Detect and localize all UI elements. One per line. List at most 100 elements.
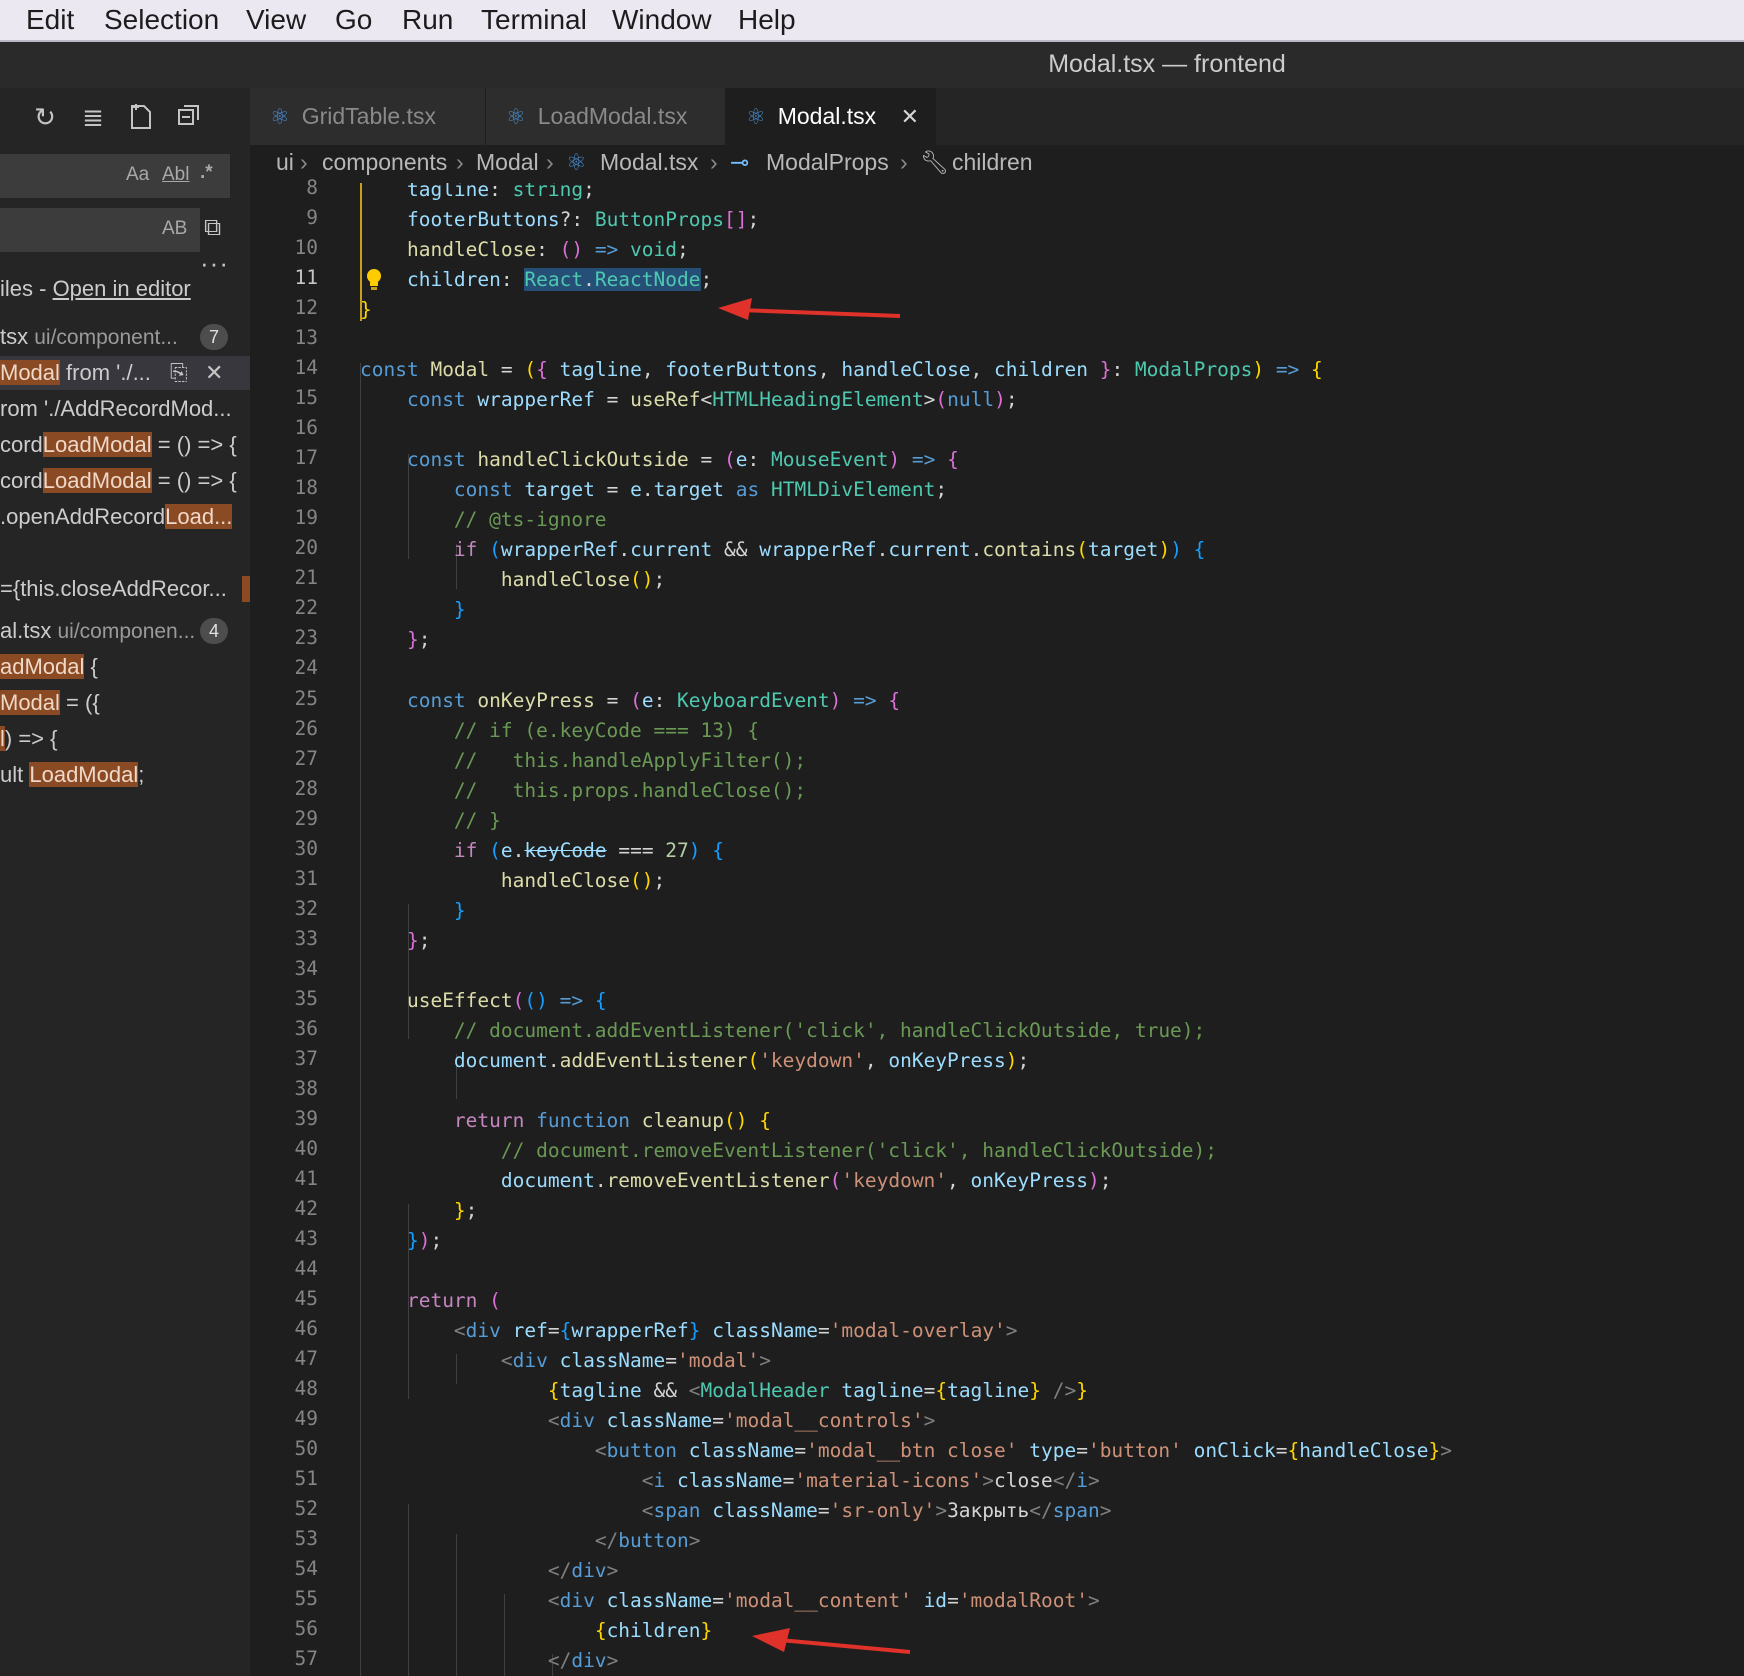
- tab-modal[interactable]: ⚛ Modal.tsx ✕: [726, 88, 936, 145]
- code-line: };: [360, 926, 431, 956]
- code-token: ;: [465, 1199, 478, 1223]
- menu-edit[interactable]: Edit: [26, 4, 74, 36]
- code-token: ,: [817, 358, 842, 382]
- code-token: children: [406, 268, 501, 292]
- menu-help[interactable]: Help: [738, 4, 796, 36]
- breadcrumb-children[interactable]: children: [952, 149, 1033, 176]
- refresh-icon[interactable]: ↻: [30, 102, 60, 132]
- result-match-10[interactable]: ult LoadModal;: [0, 758, 250, 792]
- collapse-all-icon[interactable]: [174, 102, 204, 132]
- code-token: <: [453, 1319, 466, 1343]
- clear-results-icon[interactable]: ≣: [78, 102, 108, 132]
- code-token: {: [935, 1379, 948, 1403]
- regex-toggle[interactable]: .*: [200, 162, 213, 184]
- line-number: 42: [294, 1197, 318, 1221]
- code-token: ModalProps: [1134, 358, 1253, 382]
- code-token: }: [1076, 1379, 1088, 1403]
- menu-run[interactable]: Run: [402, 4, 453, 36]
- code-line: }: [360, 295, 372, 325]
- code-token: }: [1029, 1379, 1042, 1403]
- code-line: return function cleanup() {: [360, 1106, 771, 1136]
- code-token: {: [1311, 358, 1323, 382]
- code-token: ;: [935, 478, 948, 502]
- line-number: 16: [294, 416, 318, 440]
- replace-all-icon[interactable]: ⧉: [204, 214, 221, 242]
- result-match-6[interactable]: ={this.closeAddRecor...: [0, 572, 250, 606]
- code-token: >: [1087, 1589, 1100, 1613]
- menu-go[interactable]: Go: [335, 4, 372, 36]
- result-match-1[interactable]: Modal from './... ⎘ ✕: [0, 356, 250, 390]
- menu-selection[interactable]: Selection: [104, 4, 219, 36]
- match-whole-word-toggle[interactable]: Abl: [162, 164, 189, 186]
- breadcrumb-modalprops[interactable]: ModalProps: [766, 149, 889, 176]
- line-number: 57: [294, 1647, 318, 1671]
- breadcrumb-components[interactable]: components: [322, 149, 447, 176]
- code-line: document.removeEventListener('keydown', …: [360, 1166, 1112, 1196]
- lightbulb-icon[interactable]: [365, 268, 383, 292]
- result-match-blank[interactable]: ​: [0, 536, 250, 570]
- code-token: removeEventListener: [606, 1168, 830, 1192]
- code-token: contains: [982, 538, 1077, 562]
- new-search-editor-icon[interactable]: [126, 102, 156, 132]
- match-case-toggle[interactable]: Aa: [126, 164, 149, 186]
- close-icon[interactable]: ✕: [901, 88, 919, 145]
- code-token: span: [1052, 1499, 1100, 1523]
- code-token: wrapperRef: [477, 388, 595, 412]
- menu-window[interactable]: Window: [612, 4, 712, 36]
- dismiss-match-icon[interactable]: ✕: [205, 356, 223, 390]
- code-token: className: [606, 1589, 713, 1613]
- code-line: tagline: string;: [360, 183, 595, 205]
- result-file-2[interactable]: al.tsx ui/componen... 4: [0, 614, 250, 648]
- tab-gridtable[interactable]: ⚛ GridTable.tsx: [250, 88, 486, 145]
- result-match-2[interactable]: rom './AddRecordMod...: [0, 392, 250, 426]
- result-match-3[interactable]: cordLoadModal = () => {: [0, 428, 250, 462]
- code-token: <: [641, 1499, 654, 1523]
- code-token: (): [630, 568, 654, 592]
- code-token: {: [759, 1108, 771, 1132]
- line-number: 50: [294, 1437, 318, 1461]
- result-match-7[interactable]: adModal {: [0, 650, 250, 684]
- code-editor[interactable]: tagline: string; footerButtons?: ButtonP…: [360, 183, 1744, 1676]
- breadcrumb-ui[interactable]: ui: [276, 149, 294, 176]
- code-token: handleClose: [500, 868, 631, 892]
- result-match-5[interactable]: .openAddRecordLoad...: [0, 500, 250, 534]
- code-token: {: [559, 1319, 572, 1343]
- code-token: if: [453, 538, 490, 562]
- code-token: =: [688, 448, 724, 472]
- code-line: useEffect(() => {: [360, 986, 607, 1016]
- code-line: // @ts-ignore: [360, 505, 607, 535]
- result-match-8[interactable]: Modal = ({: [0, 686, 250, 720]
- result-file-1[interactable]: tsx ui/component... 7: [0, 320, 250, 354]
- code-token: >: [759, 1349, 771, 1373]
- code-token: ): [418, 1229, 431, 1253]
- code-token: as: [724, 478, 771, 502]
- preserve-case-toggle[interactable]: AB: [162, 218, 187, 240]
- code-token: <: [700, 388, 713, 412]
- code-token: {: [536, 358, 560, 382]
- breadcrumb-modal-file[interactable]: Modal.tsx: [600, 149, 698, 176]
- code-token: ): [1252, 358, 1265, 382]
- replace-input[interactable]: AB: [0, 208, 200, 252]
- open-in-editor-link[interactable]: Open in editor: [53, 276, 191, 301]
- code-token: =: [489, 358, 525, 382]
- breadcrumb-modal-folder[interactable]: Modal: [476, 149, 539, 176]
- menu-terminal[interactable]: Terminal: [481, 4, 587, 36]
- result-match-4[interactable]: cordLoadModal = () => {: [0, 464, 250, 498]
- code-token: className: [677, 1469, 783, 1493]
- code-token: =: [817, 1499, 830, 1523]
- menu-view[interactable]: View: [246, 4, 306, 36]
- line-number: 34: [294, 956, 318, 980]
- replace-match-icon[interactable]: ⎘: [170, 356, 188, 390]
- arrow-annotation-icon: [752, 1628, 911, 1654]
- line-number: 19: [294, 506, 318, 530]
- code-token: :: [747, 448, 771, 472]
- result-match-9[interactable]: l) => {: [0, 722, 250, 756]
- search-input[interactable]: Aa Abl .*: [0, 154, 230, 198]
- tab-loadmodal[interactable]: ⚛ LoadModal.tsx: [486, 88, 726, 145]
